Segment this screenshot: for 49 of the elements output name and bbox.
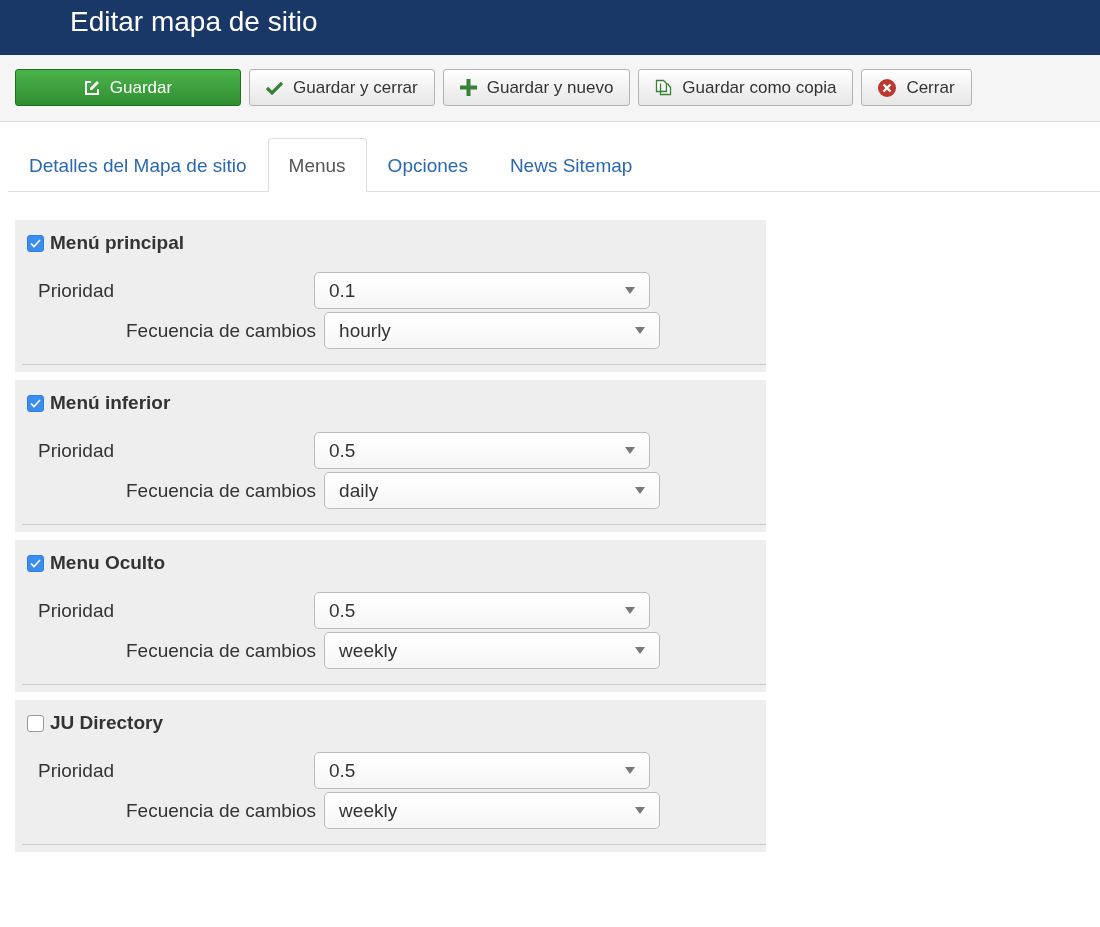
caret-icon <box>625 607 635 614</box>
menu-title: Menú principal <box>50 232 185 254</box>
close-icon <box>878 78 897 97</box>
edit-icon <box>83 79 100 96</box>
toolbar-button[interactable]: Guardar y cerrar <box>249 69 435 106</box>
tab[interactable]: Opciones <box>366 138 489 192</box>
caret-icon <box>625 767 635 774</box>
caret-icon <box>635 807 646 814</box>
caret-icon <box>625 287 635 294</box>
frequency-label: Fecuencia de cambios <box>126 319 317 342</box>
priority-label: Prioridad <box>38 439 116 462</box>
checkmark-icon <box>30 398 41 408</box>
tab[interactable]: Detalles del Mapa de sitio <box>8 138 268 192</box>
checkbox[interactable] <box>27 554 44 572</box>
frequency-dropdown[interactable]: weekly <box>324 632 661 669</box>
caret-icon <box>635 647 646 654</box>
checkbox[interactable] <box>27 714 44 732</box>
tab[interactable]: News Sitemap <box>488 138 654 192</box>
check-icon <box>266 80 283 95</box>
frequency-label: Fecuencia de cambios <box>126 479 317 502</box>
checkbox[interactable] <box>27 394 44 412</box>
tab[interactable]: Menus <box>267 138 367 192</box>
caret-icon <box>625 447 635 454</box>
checkmark-icon <box>30 238 41 248</box>
priority-dropdown[interactable]: 0.5 <box>314 752 650 789</box>
priority-dropdown[interactable]: 0.5 <box>314 432 650 469</box>
frequency-label: Fecuencia de cambios <box>126 639 317 662</box>
toolbar-button[interactable]: Cerrar <box>861 69 972 106</box>
copy-icon <box>655 79 673 96</box>
menu-title: Menu Oculto <box>50 552 166 574</box>
toolbar-button[interactable]: Guardar como copia <box>638 69 854 106</box>
caret-icon <box>635 327 646 334</box>
page-title: Editar mapa de sitio <box>70 6 318 38</box>
priority-label: Prioridad <box>38 279 116 302</box>
frequency-dropdown[interactable]: weekly <box>324 792 661 829</box>
priority-dropdown[interactable]: 0.1 <box>314 272 650 309</box>
caret-icon <box>635 487 646 494</box>
plus-icon <box>459 79 477 96</box>
frequency-dropdown[interactable]: daily <box>324 472 661 509</box>
menu-title: JU Directory <box>50 712 163 734</box>
toolbar-button[interactable]: Guardar y nuevo <box>442 69 631 106</box>
checkmark-icon <box>30 558 41 568</box>
priority-label: Prioridad <box>38 759 116 782</box>
checkbox[interactable] <box>27 234 44 252</box>
priority-label: Prioridad <box>38 599 116 622</box>
menu-title: Menú inferior <box>50 392 171 414</box>
frequency-dropdown[interactable]: hourly <box>324 312 661 349</box>
frequency-label: Fecuencia de cambios <box>126 799 317 822</box>
priority-dropdown[interactable]: 0.5 <box>314 592 650 629</box>
